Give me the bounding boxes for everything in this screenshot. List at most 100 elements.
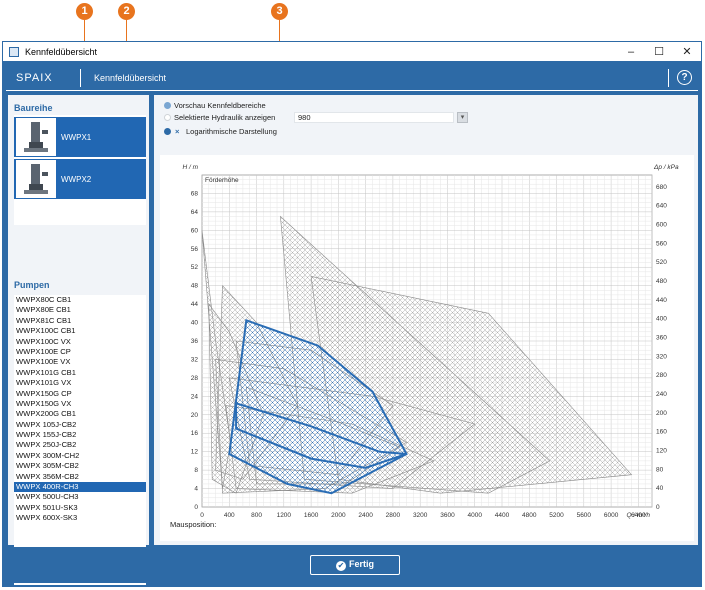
baureihe-title: Baureihe [14,103,53,113]
log-icon: × [175,127,180,136]
series-item-wwpx2[interactable]: WWPX2 [14,159,146,199]
minimize-button[interactable]: – [617,44,645,60]
pump-list-item[interactable]: WWPX 356M-CB2 [14,472,146,482]
maximize-button[interactable]: ☐ [645,44,673,60]
y2-tick-label: 520 [656,259,667,266]
pump-list-item[interactable]: WWPX100E VX [14,357,146,367]
y-tick-label: 16 [191,430,199,437]
x-tick-label: 2000 [331,512,346,519]
y-tick-label: 68 [191,190,199,197]
y-tick-label: 64 [191,209,199,216]
footer-bar: ✔ Fertig [6,547,698,583]
selected-hydraulic-label: Selektierte Hydraulik anzeigen [174,113,276,122]
kennfeld-window: Kennfeldübersicht – ☐ ✕ SPAIX Kennfeldüb… [2,41,702,587]
pump-list-item[interactable]: WWPX80C CB1 [14,295,146,305]
pump-list-item[interactable]: WWPX81C CB1 [14,316,146,326]
x-tick-label: 3600 [440,512,455,519]
pump-list-item[interactable]: WWPX100C VX [14,337,146,347]
fertig-button[interactable]: ✔ Fertig [310,555,400,575]
callout-3: 3 [271,3,288,20]
app-header: SPAIX Kennfeldübersicht ? [6,65,698,91]
y2-tick-label: 200 [656,410,667,417]
y-tick-label: 56 [191,246,199,253]
pump-list-item[interactable]: WWPX150G VX [14,399,146,409]
series-item-wwpx1[interactable]: WWPX1 [14,117,146,157]
pump-list-item[interactable]: WWPX 155J-CB2 [14,430,146,440]
callout-1: 1 [76,3,93,20]
pump-list-item[interactable]: WWPX 400R-CH3 [14,482,146,493]
help-icon[interactable]: ? [677,70,692,85]
y-tick-label: 40 [191,320,199,327]
pump-thumbnail-icon [16,160,56,198]
x-tick-label: 2400 [358,512,373,519]
y-tick-label: 20 [191,412,199,419]
header-title: Kennfeldübersicht [94,73,167,83]
x-tick-label: 0 [200,512,204,519]
pump-list-item[interactable]: WWPX80E CB1 [14,305,146,315]
y2-tick-label: 40 [656,485,664,492]
y2-tick-label: 160 [656,429,667,436]
x-tick-label: 5200 [549,512,564,519]
hydraulic-input[interactable]: 980 [294,112,454,123]
pump-list-item[interactable]: WWPX100E CP [14,347,146,357]
pump-list-item[interactable]: WWPX 105J-CB2 [14,420,146,430]
y-tick-label: 32 [191,356,199,363]
y-tick-label: 8 [194,467,198,474]
y-tick-label: 52 [191,264,199,271]
pump-list[interactable]: WWPX80C CB1 WWPX80E CB1 WWPX81C CB1 WWPX100… [14,295,146,585]
y2-tick-label: 120 [656,447,667,454]
chevron-down-icon[interactable]: ▾ [457,112,468,123]
pump-list-item[interactable]: WWPX101G VX [14,378,146,388]
y2-tick-label: 480 [656,278,667,285]
pumpen-title: Pumpen [14,280,50,290]
pump-list-item[interactable]: WWPX 501U-SK3 [14,503,146,513]
preview-radio[interactable] [164,102,171,109]
close-button[interactable]: ✕ [673,44,701,60]
series-list: WWPX1 WWPX2 [14,115,146,225]
x-tick-label: 6000 [604,512,619,519]
pump-list-item[interactable]: WWPX 305M-CB2 [14,461,146,471]
y-tick-label: 36 [191,338,199,345]
pump-list-item[interactable]: WWPX 500U-CH3 [14,492,146,502]
pump-list-item[interactable]: WWPX100C CB1 [14,326,146,336]
preview-label: Vorschau Kennfeldbereiche [174,101,266,110]
pump-list-item[interactable]: WWPX 300M-CH2 [14,451,146,461]
x-tick-label: 5600 [577,512,592,519]
y2-tick-label: 0 [656,504,660,511]
y2-tick-label: 440 [656,297,667,304]
log-radio[interactable] [164,128,171,135]
y2-tick-label: 360 [656,334,667,341]
y2-tick-label: 320 [656,353,667,360]
y-tick-label: 24 [191,393,199,400]
y-tick-label: 48 [191,283,199,290]
callout-markers: 1 2 3 [0,0,705,238]
x-axis-label: Q / m³/h [627,512,651,519]
y2-tick-label: 240 [656,391,667,398]
x-tick-label: 1200 [277,512,292,519]
pump-list-item[interactable]: WWPX 600X-SK3 [14,513,146,523]
callout-2: 2 [118,3,135,20]
y-axis-label: H / m [182,164,198,171]
pump-thumbnail-icon [16,118,56,156]
y2-tick-label: 600 [656,221,667,228]
y2-tick-label: 400 [656,316,667,323]
chart-options: Vorschau Kennfeldbereiche Selektierte Hy… [154,95,698,147]
y2-tick-label: 280 [656,372,667,379]
kennfeld-chart[interactable]: 0 400 800 1200 1600 2000 2400 2800 3200 3600 4000 4… [160,155,694,520]
selected-hydraulic-radio[interactable] [164,114,171,121]
pump-list-item[interactable]: WWPX150G CP [14,389,146,399]
pump-list-item[interactable]: WWPX101G CB1 [14,368,146,378]
left-panel: Baureihe WWPX1 WWPX2 Pumpen WWPX80C CB1 … [8,95,149,585]
fertig-label: Fertig [348,559,374,569]
pump-list-item[interactable]: WWPX 250J-CB2 [14,440,146,450]
header-separator [80,69,81,87]
app-icon [9,47,19,57]
y2-tick-label: 560 [656,240,667,247]
x-tick-label: 3200 [413,512,428,519]
chart-area: 0 400 800 1200 1600 2000 2400 2800 3200 3600 4000 4… [160,155,694,541]
series-label: WWPX2 [61,175,92,184]
y-tick-label: 0 [194,504,198,511]
y2-tick-label: 80 [656,466,664,473]
pump-list-item[interactable]: WWPX200G CB1 [14,409,146,419]
y-tick-label: 4 [194,486,198,493]
